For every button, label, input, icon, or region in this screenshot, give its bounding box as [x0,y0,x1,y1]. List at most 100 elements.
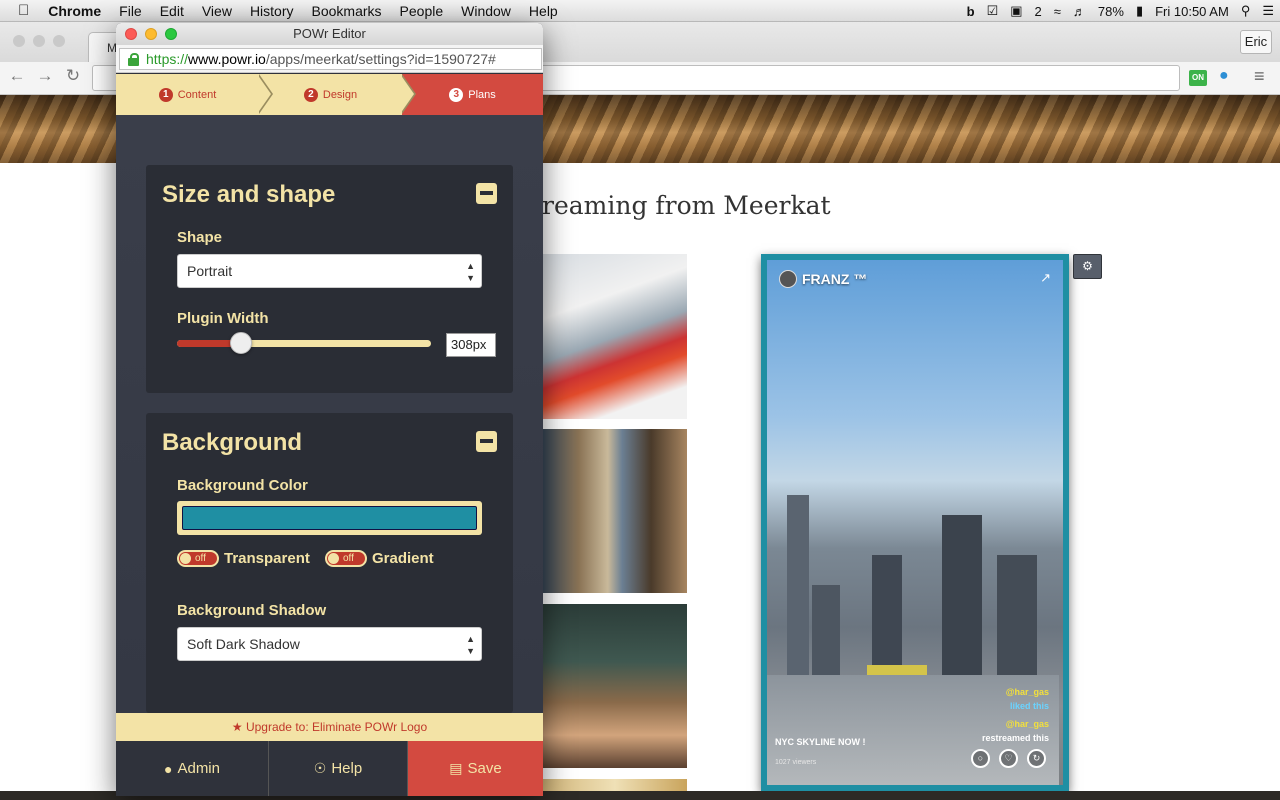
chat-extension-icon[interactable]: ● [1219,67,1229,85]
gallery-photo-food[interactable] [543,254,687,419]
tab-content[interactable]: 1 Content [116,73,273,115]
menu-edit[interactable]: Edit [151,0,193,22]
editor-footer: ● Admin ☉ Help ▤ Save [116,741,543,796]
url-path: /apps/meerkat/settings?id=1590727# [265,51,496,67]
status-check-icon[interactable]: ☑ [981,3,1005,19]
gradient-toggle[interactable]: off Gradient [325,550,434,567]
user-icon: ● [164,760,173,777]
shadow-select-value: Soft Dark Shadow [187,636,300,652]
background-color-picker[interactable] [177,501,482,535]
restream-icon[interactable]: ↻ [1027,749,1046,768]
menu-window[interactable]: Window [452,0,520,22]
transparent-toggle[interactable]: off Transparent [177,550,310,567]
profile-button[interactable]: Eric [1240,30,1272,54]
url-host: www.powr.io [188,51,266,67]
upgrade-link[interactable]: ★ Upgrade to: Eliminate POWr Logo [116,713,543,741]
shape-label: Shape [177,229,223,246]
meerkat-video[interactable]: FRANZ ™ ↗ @har_gas liked this @har_gas r… [767,260,1063,785]
editor-url-bar: https://www.powr.io/apps/meerkat/setting… [116,45,543,73]
reload-icon[interactable]: ↻ [62,66,84,86]
save-button[interactable]: ▤ Save [408,741,543,796]
transparent-label: Transparent [224,550,310,567]
back-arrow-icon[interactable]: ← [6,66,28,86]
save-label: Save [467,760,502,777]
step-number: 1 [158,87,173,102]
meerkat-user[interactable]: FRANZ ™ [779,270,867,288]
menu-file[interactable]: File [110,0,151,22]
toggle-switch[interactable]: off [325,550,367,567]
tab-plans[interactable]: 3 Plans [402,74,543,115]
step-label: Plans [468,88,496,101]
spotlight-search-icon[interactable]: ⚲ [1235,3,1257,19]
like-heart-icon[interactable]: ♡ [999,749,1018,768]
apple-menu-icon[interactable]:  [0,0,39,22]
menu-bookmarks[interactable]: Bookmarks [303,0,391,22]
stream-title: NYC SKYLINE NOW ! [775,737,866,747]
shape-select[interactable]: Portrait ▲ ▼ [177,254,482,288]
menu-history[interactable]: History [241,0,303,22]
status-wifi-icon[interactable]: ≈ [1048,4,1067,19]
editor-url-field[interactable]: https://www.powr.io/apps/meerkat/setting… [119,48,542,70]
status-volume-icon[interactable]: ♬ [1067,4,1092,19]
clock[interactable]: Fri 10:50 AM [1149,4,1235,19]
battery-percent[interactable]: 78% [1092,4,1130,19]
comment-user: @har_gas [1005,719,1049,729]
tab-design[interactable]: 2 Design [259,73,416,115]
step-label: Design [322,88,358,101]
gradient-label: Gradient [372,550,434,567]
browser-zoom-button[interactable] [53,35,65,47]
menu-help[interactable]: Help [520,0,567,22]
app-settings-gear-icon[interactable]: ⚙ [1073,254,1102,279]
minimize-window-button[interactable] [145,28,157,40]
browser-close-button[interactable] [13,35,25,47]
toggle-state: off [195,553,206,564]
forward-arrow-icon[interactable]: → [34,66,56,86]
plugin-width-label: Plugin Width [177,310,269,327]
gallery-photo-restaurant[interactable] [543,604,687,768]
chrome-menu-icon[interactable]: ≡ [1254,66,1265,87]
url-scheme: https:// [146,51,189,67]
meerkat-username: FRANZ ™ [802,271,868,287]
star-icon: ★ [231,720,243,734]
menu-people[interactable]: People [391,0,453,22]
section-title: Size and shape [162,181,336,208]
chevron-right-icon [400,73,416,114]
slider-handle[interactable] [229,332,252,354]
background-shadow-select[interactable]: Soft Dark Shadow ▲ ▼ [177,627,482,661]
battery-icon[interactable]: ▮ [1130,3,1149,19]
admin-button[interactable]: ● Admin [116,741,269,796]
background-shadow-label: Background Shadow [177,602,327,619]
gallery-photo-city[interactable] [543,429,687,593]
notification-center-icon[interactable]: ☰ [1256,3,1280,19]
select-arrows-icon: ▲ ▼ [466,261,475,283]
section-title: Background [162,429,303,456]
help-label: Help [331,760,363,777]
editor-titlebar[interactable]: POWr Editor [116,23,543,45]
toggle-switch[interactable]: off [177,550,219,567]
collapse-minus-icon[interactable] [476,431,497,452]
comment-user: @har_gas [1005,687,1049,697]
close-window-button[interactable] [125,28,137,40]
status-camera-icon[interactable]: ▣ [1004,3,1028,19]
chevron-right-icon [257,73,273,114]
browser-minimize-button[interactable] [33,35,45,47]
color-swatch [182,506,477,530]
meerkat-widget[interactable]: FRANZ ™ ↗ @har_gas liked this @har_gas r… [761,254,1069,791]
comment-icon[interactable]: ○ [971,749,990,768]
collapse-minus-icon[interactable] [476,183,497,204]
status-b-icon[interactable]: b [961,4,981,19]
admin-label: Admin [177,760,220,777]
share-icon[interactable]: ↗ [1040,270,1051,286]
menu-view[interactable]: View [193,0,241,22]
zoom-window-button[interactable] [165,28,177,40]
extension-on-icon[interactable]: ON [1189,70,1207,86]
step-tabs: 1 Content 2 Design 3 Plans [116,73,543,115]
menu-app-name[interactable]: Chrome [39,0,110,22]
plugin-width-slider[interactable] [177,332,431,354]
status-count[interactable]: 2 [1029,4,1048,19]
step-number: 2 [303,87,318,102]
help-button[interactable]: ☉ Help [269,741,408,796]
background-color-label: Background Color [177,477,308,494]
plugin-width-input[interactable]: 308px [446,333,496,357]
avatar [779,270,797,288]
